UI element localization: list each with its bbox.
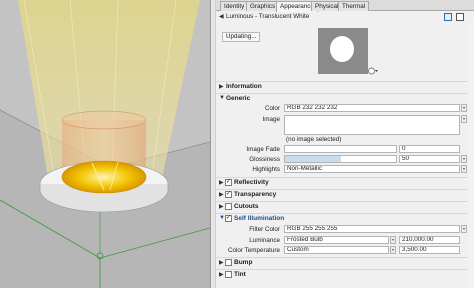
highlights-dropdown[interactable]	[461, 165, 467, 173]
cutouts-checkbox[interactable]	[225, 203, 232, 210]
image-label: Image	[262, 116, 280, 123]
tab-graphics[interactable]: Graphics	[246, 1, 280, 11]
bump-checkbox[interactable]	[225, 259, 232, 266]
preview-sphere	[330, 36, 354, 62]
app-window: Identity Graphics Appearance Physical Th…	[0, 0, 474, 288]
glossiness-value[interactable]: 50	[399, 155, 460, 163]
section-label: Self Illumination	[234, 215, 285, 222]
section-bump[interactable]: ▶ Bump	[216, 257, 474, 267]
image-fade-slider[interactable]	[284, 145, 397, 153]
image-fade-value[interactable]: 0	[399, 145, 460, 153]
section-tint[interactable]: ▶ Tint	[216, 269, 474, 279]
material-name: Luminous - Translucent White	[226, 13, 310, 20]
expand-arrow-icon[interactable]: ▶	[219, 83, 224, 90]
color-temperature-label: Color Temperature	[227, 247, 280, 254]
collapse-arrow-icon[interactable]: ◀	[219, 13, 224, 20]
section-label: Cutouts	[234, 203, 259, 210]
luminance-select[interactable]: Frosted Bulb	[284, 236, 389, 244]
image-slot[interactable]	[284, 115, 460, 135]
section-transparency[interactable]: ▶ ✓ Transparency	[216, 189, 474, 199]
3d-viewport[interactable]	[0, 0, 210, 288]
glossiness-label: Glossiness	[249, 156, 280, 163]
section-label: Transparency	[234, 191, 277, 198]
section-information[interactable]: ▶ Information	[216, 81, 474, 91]
section-cutouts[interactable]: ▶ Cutouts	[216, 201, 474, 211]
expand-arrow-icon[interactable]: ▶	[219, 179, 224, 186]
tint-checkbox[interactable]	[225, 271, 232, 278]
filter-color-field[interactable]: RGB 255 255 255	[284, 225, 460, 233]
viewport-scene	[0, 0, 210, 288]
material-preview	[318, 28, 368, 74]
section-label: Bump	[234, 259, 253, 266]
section-label: Information	[226, 83, 262, 90]
highlights-select[interactable]: Non-Metallic	[284, 165, 460, 173]
color-temperature-value[interactable]: 3,500.00	[399, 246, 460, 254]
color-temperature-select[interactable]: Custom	[284, 246, 389, 254]
glossiness-dropdown[interactable]	[461, 155, 467, 163]
image-fade-label: Image Fade	[246, 146, 280, 153]
updating-button[interactable]: Updating...	[222, 32, 261, 42]
expand-arrow-icon[interactable]: ▶	[219, 203, 224, 210]
transparency-checkbox[interactable]: ✓	[225, 191, 232, 198]
color-label: Color	[264, 105, 280, 112]
replace-asset-icon[interactable]	[456, 13, 464, 21]
no-image-note: (no image selected)	[286, 136, 342, 143]
reflectivity-checkbox[interactable]: ✓	[225, 179, 232, 186]
color-dropdown[interactable]	[461, 104, 467, 112]
filter-color-dropdown[interactable]	[461, 225, 467, 233]
section-label: Tint	[234, 271, 246, 278]
luminance-value[interactable]: 210,000.00	[399, 236, 460, 244]
tab-identity[interactable]: Identity	[220, 1, 249, 11]
image-dropdown[interactable]	[461, 115, 467, 123]
properties-panel: Identity Graphics Appearance Physical Th…	[216, 0, 474, 288]
filter-color-label: Filter Color	[249, 226, 280, 233]
section-reflectivity[interactable]: ▶ ✓ Reflectivity	[216, 177, 474, 187]
luminance-label: Luminance	[249, 237, 280, 244]
self-illumination-checkbox[interactable]: ✓	[225, 215, 232, 222]
preview-options-icon[interactable]	[368, 67, 378, 75]
section-self-illumination[interactable]: ▼ ✓ Self Illumination	[216, 213, 474, 223]
expand-arrow-icon[interactable]: ▶	[219, 271, 224, 278]
collapse-arrow-icon[interactable]: ▼	[219, 95, 225, 101]
color-temperature-dropdown[interactable]	[390, 246, 396, 254]
glossiness-slider[interactable]	[284, 155, 397, 163]
expand-arrow-icon[interactable]: ▶	[219, 259, 224, 266]
glossiness-fill	[285, 156, 341, 162]
section-label: Generic	[226, 95, 251, 102]
highlights-label: Highlights	[252, 166, 280, 173]
color-field[interactable]: RGB 232 232 232	[284, 104, 460, 112]
section-generic[interactable]: ▼ Generic	[216, 93, 474, 103]
luminance-dropdown[interactable]	[390, 236, 396, 244]
expand-arrow-icon[interactable]: ▶	[219, 191, 224, 198]
section-label: Reflectivity	[234, 179, 269, 186]
duplicate-asset-icon[interactable]	[444, 13, 452, 21]
tab-bar: Identity Graphics Appearance Physical Th…	[216, 0, 474, 12]
panel-scrollbar[interactable]	[468, 22, 474, 288]
tab-thermal[interactable]: Thermal	[338, 1, 370, 11]
